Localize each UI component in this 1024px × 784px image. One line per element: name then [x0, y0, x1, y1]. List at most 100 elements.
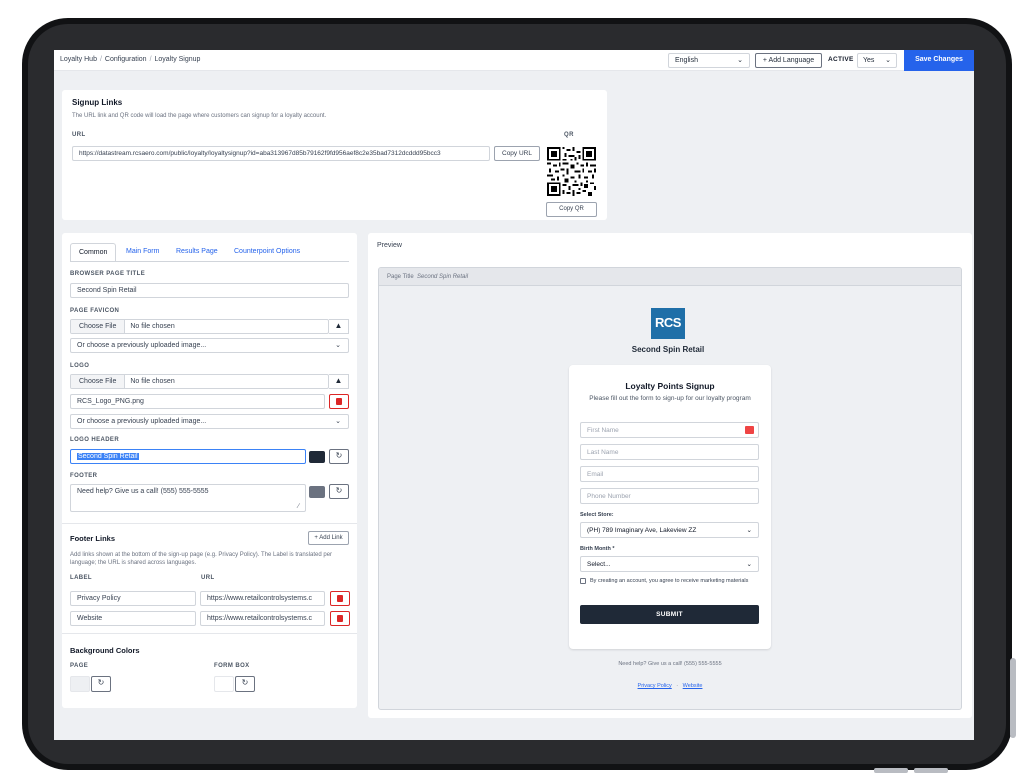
chevron-down-icon: ⌄	[335, 342, 341, 349]
qr-code-image	[547, 147, 596, 196]
delete-logo-button[interactable]	[329, 394, 349, 409]
language-select[interactable]: English ⌄	[668, 53, 750, 68]
footer-link-label-input[interactable]: Privacy Policy	[70, 591, 196, 606]
marketing-consent-checkbox[interactable]	[580, 578, 586, 584]
background-colors-title: Background Colors	[70, 646, 140, 655]
chevron-down-icon: ⌄	[746, 527, 752, 534]
preview-page-title-bar: Page Title Second Spin Retail	[379, 268, 961, 286]
logo-file-name: No file chosen	[130, 378, 175, 385]
rcs-logo: RCS	[651, 308, 685, 339]
breadcrumb-item-loyalty-hub[interactable]: Loyalty Hub	[60, 56, 97, 63]
tab-counterpoint-options[interactable]: Counterpoint Options	[226, 243, 308, 262]
reset-icon[interactable]: ↻	[91, 676, 111, 692]
qr-label: QR	[564, 132, 574, 138]
tab-common[interactable]: Common	[70, 243, 117, 262]
breadcrumb-item-configuration[interactable]: Configuration	[105, 56, 147, 63]
add-language-button[interactable]: + Add Language	[755, 53, 822, 68]
select-store-value: (PH) 789 Imaginary Ave, Lakeview ZZ	[587, 527, 697, 534]
preview-footer-text: Need help? Give us a call! (555) 555-555…	[618, 661, 722, 667]
preview-label: Preview	[377, 242, 402, 249]
chevron-down-icon: ⌄	[746, 561, 752, 568]
submit-button[interactable]: SUBMIT	[580, 605, 759, 624]
preview-footer-links: Privacy Policy · Website	[569, 683, 771, 689]
browser-title-input[interactable]: Second Spin Retail	[70, 283, 349, 298]
email-input[interactable]: Email	[580, 466, 759, 482]
url-column-header: URL	[201, 575, 215, 581]
active-select-value: Yes	[863, 57, 875, 64]
add-link-button[interactable]: + Add Link	[308, 531, 349, 545]
form-box-color-label: FORM BOX	[214, 663, 250, 669]
trash-icon	[337, 595, 343, 602]
first-name-placeholder: First Name	[587, 427, 619, 434]
first-name-input[interactable]: First Name	[580, 422, 759, 438]
trash-icon	[337, 615, 343, 622]
reset-icon[interactable]: ↻	[329, 484, 349, 499]
tablet-volume-button	[914, 768, 948, 773]
select-store-dropdown[interactable]: (PH) 789 Imaginary Ave, Lakeview ZZ ⌄	[580, 522, 759, 538]
link-separator: ·	[676, 683, 679, 689]
settings-card: Common Main Form Results Page Counterpoi…	[62, 233, 357, 708]
favicon-previous-select[interactable]: Or choose a previously uploaded image...…	[70, 338, 349, 353]
choose-file-button[interactable]: Choose File	[71, 375, 126, 388]
page-color-swatch[interactable]	[70, 676, 90, 692]
birth-month-dropdown[interactable]: Select... ⌄	[580, 556, 759, 572]
logo-previous-select-value: Or choose a previously uploaded image...	[77, 418, 207, 425]
autofill-icon[interactable]	[745, 426, 754, 434]
privacy-policy-link[interactable]: Privacy Policy	[638, 683, 672, 689]
active-select[interactable]: Yes ⌄	[857, 53, 897, 68]
reset-icon[interactable]: ↻	[235, 676, 255, 692]
tablet-side-button	[1010, 658, 1016, 738]
logo-previous-select[interactable]: Or choose a previously uploaded image...…	[70, 414, 349, 429]
select-store-label: Select Store:	[580, 512, 614, 518]
website-link[interactable]: Website	[683, 683, 703, 689]
tab-main-form[interactable]: Main Form	[118, 243, 167, 262]
footer-links-description: Add links shown at the bottom of the sig…	[70, 552, 333, 566]
form-box-color-swatch[interactable]	[214, 676, 234, 692]
save-changes-button[interactable]: Save Changes	[904, 50, 974, 71]
logo-header-input[interactable]: Second Spin Retail	[70, 449, 306, 464]
preview-card: Preview Page Title Second Spin Retail RC…	[368, 233, 972, 718]
language-select-value: English	[675, 57, 698, 64]
upload-icon[interactable]: ▲	[329, 374, 349, 389]
delete-link-button[interactable]	[330, 611, 350, 626]
choose-file-button[interactable]: Choose File	[71, 320, 126, 333]
resize-handle-icon[interactable]: ∕	[298, 503, 299, 510]
logo-file-input[interactable]: Choose File No file chosen	[70, 374, 329, 389]
tab-results-page[interactable]: Results Page	[168, 243, 226, 262]
logo-header-color-swatch[interactable]	[309, 451, 325, 463]
breadcrumb: Loyalty Hub / Configuration / Loyalty Signup	[60, 56, 200, 63]
section-divider	[62, 523, 357, 524]
chevron-down-icon: ⌄	[885, 57, 891, 64]
footer-link-url-input[interactable]: https://www.retailcontrolsystems.c	[200, 591, 325, 606]
last-name-input[interactable]: Last Name	[580, 444, 759, 460]
footer-link-label-input[interactable]: Website	[70, 611, 196, 626]
delete-link-button[interactable]	[330, 591, 350, 606]
current-logo-field: RCS_Logo_PNG.png	[70, 394, 325, 409]
upload-icon[interactable]: ▲	[329, 319, 349, 334]
copy-qr-button[interactable]: Copy QR	[546, 202, 597, 217]
active-label: ACTIVE	[828, 56, 854, 63]
app-screen: Loyalty Hub / Configuration / Loyalty Signup…	[54, 50, 974, 740]
footer-color-swatch[interactable]	[309, 486, 325, 498]
favicon-previous-select-value: Or choose a previously uploaded image...	[77, 342, 207, 349]
logo-header-input-value: Second Spin Retail	[77, 453, 139, 460]
footer-link-url-input[interactable]: https://www.retailcontrolsystems.c	[200, 611, 325, 626]
footer-textarea[interactable]: Need help? Give us a call! (555) 555-555…	[70, 484, 306, 512]
footer-links-title: Footer Links	[70, 534, 116, 543]
chevron-down-icon: ⌄	[737, 57, 743, 64]
birth-month-label: Birth Month *	[580, 546, 615, 552]
marketing-consent-text: By creating an account, you agree to rec…	[590, 578, 749, 584]
phone-number-input[interactable]: Phone Number	[580, 488, 759, 504]
signup-url-field[interactable]: https://datastream.rcsaero.com/public/lo…	[72, 146, 490, 161]
page-title-value: Second Spin Retail	[417, 274, 469, 280]
favicon-file-input[interactable]: Choose File No file chosen	[70, 319, 329, 334]
birth-month-value: Select...	[587, 561, 611, 568]
store-name-heading: Second Spin Retail	[631, 345, 705, 354]
copy-url-button[interactable]: Copy URL	[494, 146, 540, 161]
breadcrumb-item-loyalty-signup: Loyalty Signup	[154, 56, 201, 63]
browser-title-label: BROWSER PAGE TITLE	[70, 271, 146, 277]
reset-icon[interactable]: ↻	[329, 449, 349, 464]
tablet-volume-button	[874, 768, 908, 773]
footer-label: FOOTER	[70, 473, 98, 479]
signup-form-subtitle: Please fill out the form to sign-up for …	[589, 395, 751, 402]
